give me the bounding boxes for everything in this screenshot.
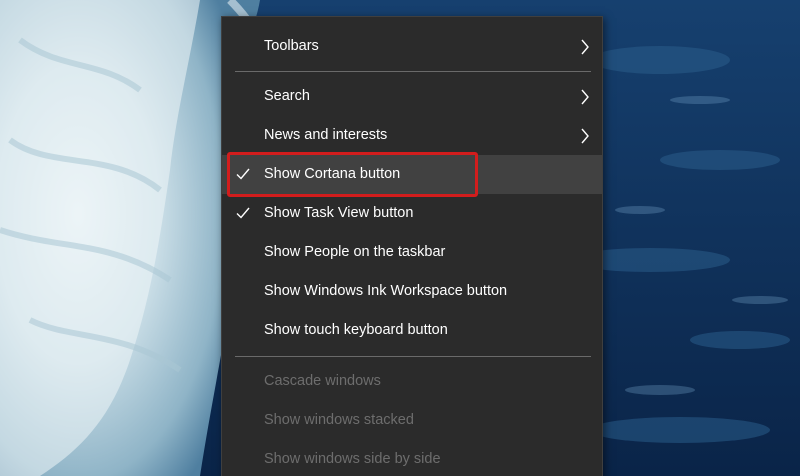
check-icon — [236, 168, 250, 180]
menu-item-show-windows-ink-workspace[interactable]: Show Windows Ink Workspace button — [222, 272, 602, 311]
menu-item-label: Show Cortana button — [264, 166, 401, 182]
menu-item-toolbars[interactable]: Toolbars — [222, 27, 602, 66]
menu-item-label: Show touch keyboard button — [264, 322, 448, 338]
desktop-wallpaper: Toolbars Search News and interests Show … — [0, 0, 800, 476]
menu-separator — [235, 356, 591, 357]
chevron-right-icon — [581, 128, 589, 144]
menu-item-show-touch-keyboard[interactable]: Show touch keyboard button — [222, 311, 602, 350]
check-icon — [236, 207, 250, 219]
menu-item-label: Show Task View button — [264, 205, 414, 221]
menu-item-cascade-windows: Cascade windows — [222, 362, 602, 401]
menu-item-label: Show windows stacked — [264, 412, 414, 428]
menu-item-show-people[interactable]: Show People on the taskbar — [222, 233, 602, 272]
menu-item-label: News and interests — [264, 127, 388, 143]
menu-item-show-windows-side-by-side: Show windows side by side — [222, 440, 602, 476]
menu-item-label: Show Windows Ink Workspace button — [264, 283, 508, 299]
menu-item-label: Show People on the taskbar — [264, 244, 446, 260]
chevron-right-icon — [581, 89, 589, 105]
menu-item-label: Show windows side by side — [264, 451, 441, 467]
menu-item-show-task-view-button[interactable]: Show Task View button — [222, 194, 602, 233]
taskbar-context-menu: Toolbars Search News and interests Show … — [221, 16, 603, 476]
chevron-right-icon — [581, 39, 589, 55]
menu-item-search[interactable]: Search — [222, 77, 602, 116]
menu-item-label: Cascade windows — [264, 373, 381, 389]
menu-item-label: Search — [264, 88, 310, 104]
menu-item-news-and-interests[interactable]: News and interests — [222, 116, 602, 155]
menu-item-show-cortana-button[interactable]: Show Cortana button — [222, 155, 602, 194]
menu-separator — [235, 71, 591, 72]
menu-item-label: Toolbars — [264, 38, 319, 54]
menu-item-show-windows-stacked: Show windows stacked — [222, 401, 602, 440]
